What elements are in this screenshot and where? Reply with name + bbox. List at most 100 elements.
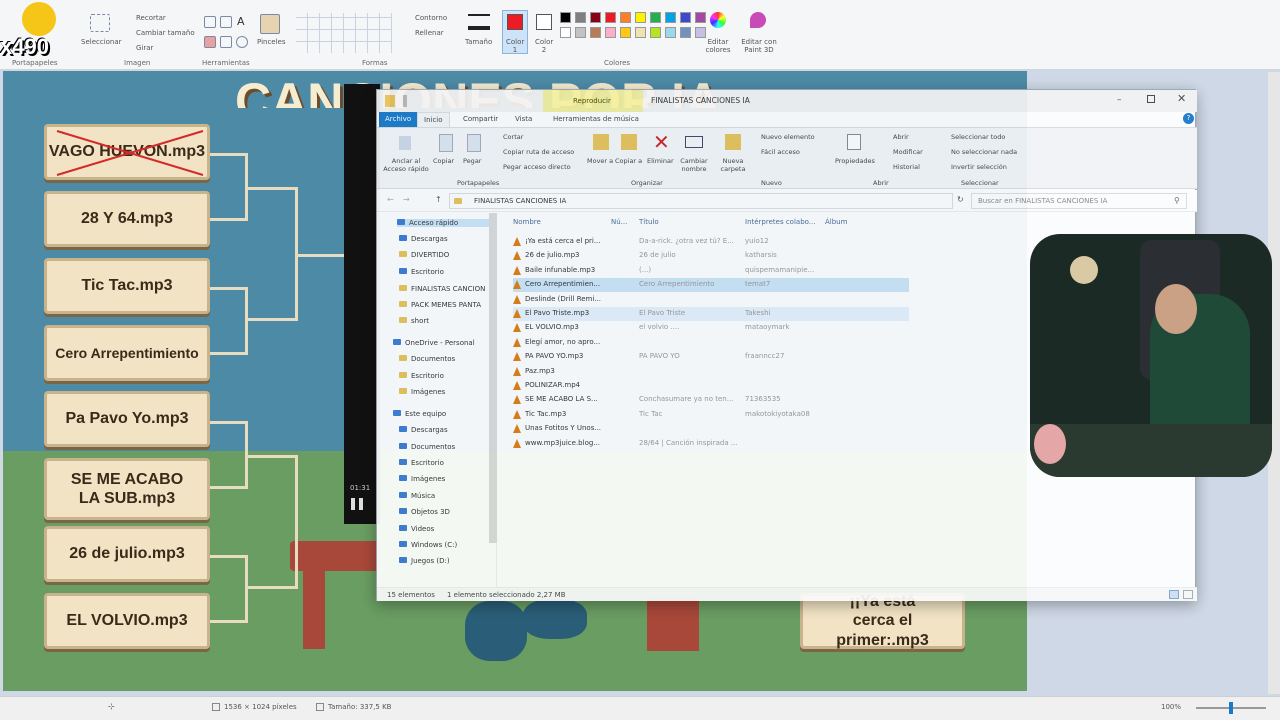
nav-item[interactable]: Juegos (D:) — [399, 557, 450, 565]
palette-swatch[interactable] — [695, 27, 706, 38]
eraser-icon[interactable] — [204, 36, 216, 48]
file-row[interactable]: SE ME ACABO LA S... Conchasumare ya no te… — [513, 393, 909, 407]
file-row[interactable]: Paz.mp3 — [513, 365, 909, 379]
forward-icon[interactable]: → — [403, 195, 410, 204]
fill-button[interactable]: Rellenar — [415, 29, 444, 37]
palette-swatch[interactable] — [680, 27, 691, 38]
nav-item[interactable]: Escritorio — [399, 459, 444, 467]
palette-swatch[interactable] — [650, 27, 661, 38]
text-icon[interactable]: A — [237, 15, 245, 28]
palette-swatch[interactable] — [635, 12, 646, 23]
details-view-icon[interactable] — [1169, 590, 1179, 599]
palette-swatch[interactable] — [695, 12, 706, 23]
nav-item[interactable]: Videos — [399, 525, 434, 533]
palette-swatch[interactable] — [590, 27, 601, 38]
address-bar[interactable]: FINALISTAS CANCIONES IA — [449, 193, 953, 209]
paint3d-icon[interactable] — [750, 12, 766, 28]
nav-item[interactable]: PACK MEMES PANTA — [399, 301, 481, 309]
zoom-thumb[interactable] — [1229, 702, 1233, 714]
file-row[interactable]: Tic Tac.mp3 Tic Tac makotokiyotaka08 — [513, 408, 909, 422]
delete-icon[interactable]: ✕ — [653, 130, 670, 154]
nav-item[interactable]: Imágenes — [399, 475, 445, 483]
nav-item[interactable]: Objetos 3D — [399, 508, 450, 516]
modify-button[interactable]: Modificar — [893, 148, 923, 156]
minimize-button[interactable]: – — [1117, 95, 1122, 105]
resize-button[interactable]: Cambiar tamaño — [136, 29, 195, 37]
nav-item[interactable]: FINALISTAS CANCION — [399, 285, 485, 293]
brush-icon[interactable] — [260, 14, 280, 34]
file-row[interactable]: POLINIZAR.mp4 — [513, 379, 909, 393]
col-number[interactable]: Nú... — [611, 218, 627, 226]
nav-item[interactable]: Descargas — [399, 235, 448, 243]
refresh-icon[interactable]: ↻ — [957, 195, 964, 204]
file-row[interactable]: Deslinde (Drill Remi... — [513, 293, 909, 307]
nav-item[interactable]: Escritorio — [399, 372, 444, 380]
copy-path-button[interactable]: Copiar ruta de acceso — [503, 148, 574, 156]
delete-button[interactable]: Eliminar — [647, 157, 674, 165]
nav-item[interactable]: Acceso rápido — [397, 219, 491, 227]
palette-swatch[interactable] — [650, 12, 661, 23]
palette-swatch[interactable] — [605, 12, 616, 23]
file-row[interactable]: El Pavo Triste.mp3 El Pavo Triste Takeshi — [513, 307, 909, 321]
nav-item[interactable]: short — [399, 317, 429, 325]
invert-selection-button[interactable]: Invertir selección — [951, 163, 1007, 171]
color2-swatch[interactable] — [536, 14, 552, 30]
pause-icon[interactable] — [351, 498, 363, 510]
palette-swatch[interactable] — [575, 27, 586, 38]
picker-icon[interactable] — [220, 36, 232, 48]
edit-colors-label[interactable]: Editar colores — [704, 38, 732, 54]
col-album[interactable]: Álbum — [825, 218, 847, 226]
pin-icon[interactable] — [399, 136, 411, 150]
palette-swatch[interactable] — [665, 27, 676, 38]
rotate-button[interactable]: Girar — [136, 44, 153, 52]
palette-swatch[interactable] — [665, 12, 676, 23]
tab-herramientas-musica[interactable]: Herramientas de música — [547, 112, 645, 127]
nav-item[interactable]: OneDrive - Personal — [393, 339, 475, 347]
fill-icon[interactable] — [220, 16, 232, 28]
select-label[interactable]: Seleccionar — [81, 38, 122, 46]
new-folder-icon[interactable] — [725, 134, 741, 150]
paint3d-label[interactable]: Editar con Paint 3D — [741, 38, 777, 54]
palette-swatch[interactable] — [590, 12, 601, 23]
copy-to-icon[interactable] — [621, 134, 637, 150]
paste-button[interactable]: Pegar — [463, 157, 481, 165]
navigation-pane[interactable]: Acceso rápido Descargas DIVERTIDO Escritori… — [377, 213, 497, 589]
palette-swatch[interactable] — [680, 12, 691, 23]
tab-inicio[interactable]: Inicio — [417, 112, 450, 127]
rename-button[interactable]: Cambiar nombre — [679, 157, 709, 173]
select-none-button[interactable]: No seleccionar nada — [951, 148, 1017, 156]
new-folder-button[interactable]: Nueva carpeta — [717, 157, 749, 173]
easy-access-button[interactable]: Fácil acceso — [761, 148, 800, 156]
file-row[interactable]: 26 de julio.mp3 26 de julio katharsis — [513, 249, 909, 263]
nav-item[interactable]: Escritorio — [399, 268, 444, 276]
tab-archivo[interactable]: Archivo — [379, 112, 418, 127]
nav-item[interactable]: DIVERTIDO — [399, 251, 449, 259]
magnifier-icon[interactable] — [236, 36, 248, 48]
shapes-gallery[interactable] — [296, 13, 392, 53]
col-artists[interactable]: Intérpretes colabo... — [745, 218, 815, 226]
file-row[interactable]: Cero Arrepentimien... Cero Arrepentimient… — [513, 278, 909, 293]
tiles-view-icon[interactable] — [1183, 590, 1193, 599]
open-button[interactable]: Abrir — [893, 133, 909, 141]
file-row[interactable]: Unas Fotitos Y Unos... — [513, 422, 909, 436]
file-row[interactable]: EL VOLVIO.mp3 el volvio .... mataoymark — [513, 321, 909, 335]
col-name[interactable]: Nombre — [513, 218, 541, 226]
palette-swatch[interactable] — [620, 27, 631, 38]
brushes-label[interactable]: Pinceles — [257, 38, 286, 46]
close-button[interactable]: ✕ — [1177, 92, 1186, 105]
edit-colors-icon[interactable] — [710, 12, 726, 28]
move-icon[interactable] — [593, 134, 609, 150]
select-icon[interactable] — [90, 14, 110, 32]
maximize-button[interactable] — [1147, 95, 1155, 103]
nav-item[interactable]: Windows (C:) — [399, 541, 457, 549]
paste-icon[interactable] — [467, 134, 481, 152]
tab-compartir[interactable]: Compartir — [457, 112, 504, 127]
cut-button[interactable]: Cortar — [503, 133, 523, 141]
nav-item[interactable]: Documentos — [399, 443, 455, 451]
search-box[interactable]: Buscar en FINALISTAS CANCIONES IA ⚲ — [971, 193, 1187, 209]
history-button[interactable]: Historial — [893, 163, 920, 171]
col-title[interactable]: Título — [639, 218, 659, 226]
size-label[interactable]: Tamaño — [465, 38, 492, 46]
pencil-icon[interactable] — [204, 16, 216, 28]
palette-swatch[interactable] — [560, 27, 571, 38]
